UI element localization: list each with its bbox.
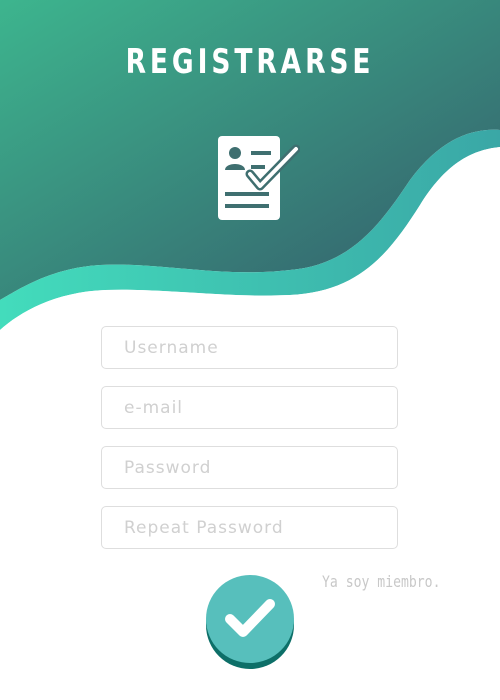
checkmark-icon <box>225 599 275 637</box>
registration-document-icon <box>218 136 300 220</box>
repeat-password-input[interactable] <box>101 506 398 549</box>
submit-button[interactable] <box>205 575 295 669</box>
page-title: REGISTRARSE <box>125 42 375 82</box>
password-input[interactable] <box>101 446 398 489</box>
username-input[interactable] <box>101 326 398 369</box>
email-input[interactable] <box>101 386 398 429</box>
already-member-link[interactable]: Ya soy miembro. <box>322 572 440 591</box>
registration-page: REGISTRARSE Ya soy miembro. <box>0 0 500 700</box>
